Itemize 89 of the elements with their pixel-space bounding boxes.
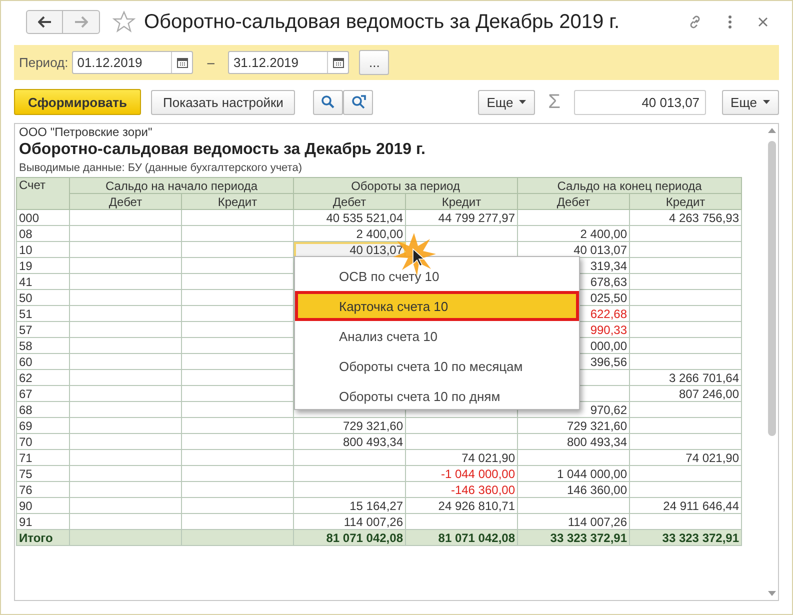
table-cell: 69: [16, 418, 70, 434]
table-cell[interactable]: 40 535 521,04: [294, 210, 406, 226]
table-cell[interactable]: 4 263 756,93: [630, 210, 742, 226]
search-button[interactable]: [313, 90, 344, 114]
column-group-header: Сальдо на конец периода: [518, 178, 742, 194]
column-header: Счет: [16, 178, 70, 210]
table-cell: 62: [16, 370, 70, 386]
organization-name: ООО "Петровские зори": [18, 125, 154, 139]
more-button[interactable]: Еще: [722, 90, 779, 114]
output-data-label: Выводимые данные: БУ (данные бухгалтерского учета): [18, 162, 303, 174]
column-header: Дебет: [518, 194, 630, 210]
table-cell: 33 323 372,91: [518, 530, 630, 546]
more-menu-icon[interactable]: [727, 14, 733, 30]
favorite-star-icon[interactable]: [112, 10, 136, 34]
caret-icon: [519, 100, 526, 104]
menu-item[interactable]: Карточка счета 10: [295, 291, 579, 321]
more-button[interactable]: Еще: [478, 90, 536, 114]
table-cell[interactable]: 146 360,00: [518, 482, 630, 498]
column-header: Кредит: [406, 194, 518, 210]
table-cell: 67: [16, 386, 70, 402]
table-cell: 60: [16, 354, 70, 370]
table-cell[interactable]: 44 799 277,97: [406, 210, 518, 226]
sum-field: 40 013,07: [574, 90, 706, 114]
search-refresh-icon: [350, 95, 366, 109]
table-cell[interactable]: 24 911 646,44: [630, 498, 742, 514]
table-cell: 08: [16, 226, 70, 242]
table-cell[interactable]: 807 246,00: [630, 386, 742, 402]
menu-item[interactable]: Анализ счета 10: [295, 321, 579, 351]
table-cell: 68: [16, 402, 70, 418]
table-cell[interactable]: -1 044 000,00: [406, 466, 518, 482]
table-cell[interactable]: 24 926 810,71: [406, 498, 518, 514]
sum-symbol: Σ: [548, 90, 561, 114]
show-settings-button[interactable]: Показать настройки: [151, 90, 296, 114]
table-cell[interactable]: 729 321,60: [518, 418, 630, 434]
table-cell: 51: [16, 306, 70, 322]
table-cell[interactable]: 1 044 000,00: [518, 466, 630, 482]
calendar-icon[interactable]: [332, 57, 344, 68]
period-select-button[interactable]: ...: [359, 50, 390, 75]
date-to-field[interactable]: 31.12.2019: [228, 51, 350, 74]
table-cell: 57: [16, 322, 70, 338]
table-cell: 50: [16, 290, 70, 306]
scroll-up-icon[interactable]: [768, 128, 776, 133]
table-cell[interactable]: 3 266 701,64: [630, 370, 742, 386]
table-cell[interactable]: 800 493,34: [294, 434, 406, 450]
menu-item[interactable]: ОСВ по счету 10: [295, 261, 579, 291]
table-cell: 75: [16, 466, 70, 482]
table-cell: Итого: [16, 530, 70, 546]
window-title: Оборотно-сальдовая ведомость за Декабрь 2019 г.: [144, 10, 620, 34]
table-cell: 70: [16, 434, 70, 450]
range-dash: –: [207, 55, 214, 70]
close-icon[interactable]: [757, 16, 769, 28]
column-group-header: Обороты за период: [294, 178, 518, 194]
table-cell[interactable]: 2 400,00: [518, 226, 630, 242]
menu-item[interactable]: Обороты счета 10 по месяцам: [295, 351, 579, 381]
table-cell: 58: [16, 338, 70, 354]
date-from-field[interactable]: 01.12.2019: [72, 51, 194, 74]
table-cell: 81 071 042,08: [294, 530, 406, 546]
forward-arrow-icon: [74, 16, 88, 28]
table-cell: 90: [16, 498, 70, 514]
scroll-down-icon[interactable]: [768, 591, 776, 596]
table-cell[interactable]: 15 164,27: [294, 498, 406, 514]
table-cell: 81 071 042,08: [406, 530, 518, 546]
table-cell[interactable]: 74 021,90: [406, 450, 518, 466]
table-cell[interactable]: -146 360,00: [406, 482, 518, 498]
generate-button[interactable]: Сформировать: [14, 89, 142, 115]
table-cell: 41: [16, 274, 70, 290]
column-group-header: Сальдо на начало периода: [70, 178, 294, 194]
column-header: Дебет: [70, 194, 182, 210]
table-cell[interactable]: 729 321,60: [294, 418, 406, 434]
table-cell: 33 323 372,91: [630, 530, 742, 546]
column-header: Дебет: [294, 194, 406, 210]
calendar-icon[interactable]: [176, 57, 188, 68]
table-cell: 000: [16, 210, 70, 226]
back-button[interactable]: [26, 10, 63, 34]
table-cell[interactable]: 74 021,90: [630, 450, 742, 466]
table-cell[interactable]: 800 493,34: [518, 434, 630, 450]
search-refresh-button[interactable]: [343, 90, 374, 114]
column-header: Кредит: [182, 194, 294, 210]
column-header: Кредит: [630, 194, 742, 210]
report-title: Оборотно-сальдовая ведомость за Декабрь 2019 г.: [18, 141, 426, 159]
caret-icon: [763, 100, 770, 104]
menu-item[interactable]: Обороты счета 10 по дням: [295, 381, 579, 411]
table-cell: 19: [16, 258, 70, 274]
table-cell: 10: [16, 242, 70, 258]
back-arrow-icon: [38, 16, 52, 28]
table-cell: 76: [16, 482, 70, 498]
period-label: Период:: [19, 55, 68, 70]
search-icon: [321, 95, 336, 109]
table-cell: 71: [16, 450, 70, 466]
